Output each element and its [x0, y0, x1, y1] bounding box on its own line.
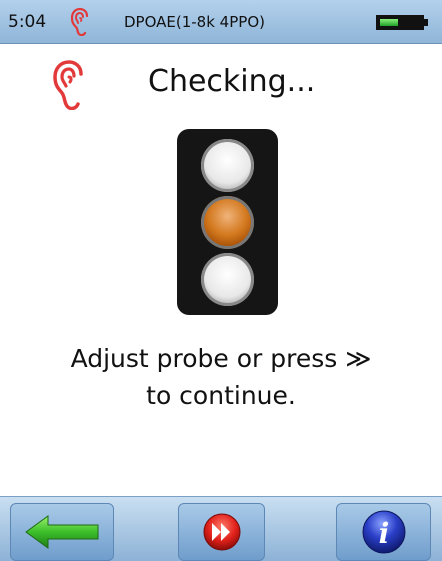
svg-text:i: i [378, 517, 389, 550]
checking-status: Checking... [148, 64, 316, 99]
right-ear-icon [70, 8, 89, 36]
back-button[interactable] [10, 503, 114, 561]
status-bar: 5:04 DPOAE(1-8k 4PPO) [0, 0, 442, 44]
lamp-middle-active [201, 196, 254, 249]
status-time: 5:04 [8, 12, 47, 32]
info-icon: i [362, 510, 405, 554]
instruction-line-1: Adjust probe or press ≫ [70, 344, 372, 373]
continue-button[interactable] [178, 503, 265, 561]
right-ear-icon [53, 60, 83, 110]
info-button[interactable]: i [336, 503, 431, 561]
lamp-bottom [201, 253, 254, 306]
probe-fit-indicator [177, 129, 278, 315]
instruction-text: Adjust probe or press ≫ to continue. [0, 340, 442, 414]
battery-icon [376, 15, 428, 30]
fast-forward-icon [203, 513, 240, 551]
instruction-line-2: to continue. [146, 381, 296, 410]
battery-level [380, 19, 398, 26]
device-screen: 5:04 DPOAE(1-8k 4PPO) Checking... Adjust… [0, 0, 442, 561]
lamp-top [201, 139, 254, 192]
back-arrow-icon [25, 515, 99, 549]
protocol-title: DPOAE(1-8k 4PPO) [124, 13, 265, 31]
